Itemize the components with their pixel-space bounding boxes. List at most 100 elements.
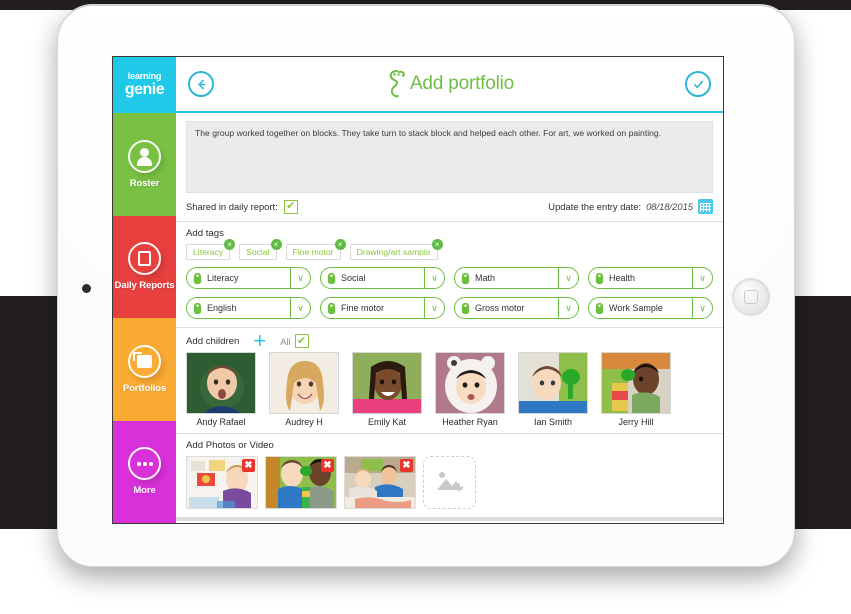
app-header: Add portfolio <box>176 57 723 113</box>
child-item[interactable]: Jerry Hill <box>601 352 671 427</box>
tag-chip[interactable]: Social × <box>239 239 282 260</box>
media-remove-icon[interactable]: ✖ <box>400 459 413 472</box>
sidebar-item-label: More <box>133 485 156 497</box>
selected-tags: Literacy × Social × Fine motor × Drawing… <box>186 239 713 260</box>
tag-dropdown-label: Fine motor <box>341 303 385 313</box>
tag-dropdown-label: English <box>207 303 237 313</box>
genie-logo-icon <box>385 69 407 99</box>
chevron-down-icon[interactable]: ∨ <box>558 268 578 288</box>
check-circle-icon <box>685 71 711 97</box>
arrow-left-icon <box>188 71 214 97</box>
child-item[interactable]: Audrey H <box>269 352 339 427</box>
tag-dropdown-literacy[interactable]: Literacy ∨ <box>186 267 311 289</box>
tag-dropdown-label: Work Sample <box>609 303 663 313</box>
tag-chip[interactable]: Literacy × <box>186 239 236 260</box>
avatar <box>269 352 339 414</box>
tag-remove-icon[interactable]: × <box>431 239 443 250</box>
back-button[interactable] <box>188 71 214 97</box>
sidebar-item-label: Roster <box>129 177 160 189</box>
tag-dropdown-label: Gross motor <box>475 303 525 313</box>
select-all-children[interactable]: All ✔ <box>280 334 309 348</box>
media-remove-icon[interactable]: ✖ <box>321 459 334 472</box>
tag-dropdown-gross-motor[interactable]: Gross motor ∨ <box>454 297 579 319</box>
tag-chip-label: Drawing/art sample <box>356 247 431 257</box>
media-thumbnail[interactable]: ✖ <box>344 456 416 509</box>
sidebar-item-daily-reports[interactable]: Daily Reports <box>113 215 176 318</box>
tag-icon <box>455 302 475 315</box>
sidebar-item-label: Daily Reports <box>114 280 175 292</box>
shared-in-daily-report: Shared in daily report: ✔ <box>186 199 298 214</box>
chevron-down-icon[interactable]: ∨ <box>424 298 444 318</box>
tag-icon <box>187 272 207 285</box>
media-thumbnail[interactable]: ✖ <box>265 456 337 509</box>
children-header: Add children + All ✔ <box>186 330 713 352</box>
tag-dropdown-label: Literacy <box>207 273 239 283</box>
image-placeholder-icon <box>435 468 465 497</box>
date-label: Update the entry date: <box>548 201 642 212</box>
child-item[interactable]: Heather Ryan <box>435 352 505 427</box>
sidebar-item-roster[interactable]: Roster <box>113 113 176 216</box>
tag-dropdown-label: Social <box>341 273 366 283</box>
media-list: ✖ ✖ ✖ <box>186 456 713 517</box>
shared-checkbox[interactable]: ✔ <box>283 199 298 214</box>
folder-icon <box>128 344 161 378</box>
child-item[interactable]: Ian Smith <box>518 352 588 427</box>
chevron-down-icon[interactable]: ∨ <box>290 268 310 288</box>
media-thumbnail[interactable]: ✖ <box>186 456 258 509</box>
tag-dropdown-fine-motor[interactable]: Fine motor ∨ <box>320 297 445 319</box>
tag-remove-icon[interactable]: × <box>224 239 236 250</box>
front-camera-icon <box>82 284 91 293</box>
logo-line-1: learning <box>127 71 162 81</box>
tags-section-label: Add tags <box>186 228 224 239</box>
tag-icon <box>455 272 475 285</box>
tag-chip-label: Social <box>246 247 270 257</box>
child-item[interactable]: Andy Rafael <box>186 352 256 427</box>
home-button[interactable] <box>732 278 770 316</box>
chevron-down-icon[interactable]: ∨ <box>692 268 712 288</box>
media-remove-icon[interactable]: ✖ <box>242 459 255 472</box>
tag-remove-icon[interactable]: × <box>270 239 282 250</box>
tag-dropdown-label: Health <box>609 273 636 283</box>
tag-dropdown-work-sample[interactable]: Work Sample ∨ <box>588 297 713 319</box>
chevron-down-icon[interactable]: ∨ <box>692 298 712 318</box>
tag-chip-label: Literacy <box>193 247 224 257</box>
tag-remove-icon[interactable]: × <box>334 239 346 250</box>
add-media-button[interactable] <box>423 456 476 509</box>
date-value: 08/18/2015 <box>646 201 693 212</box>
screenshot-stage: learning genie Roster Daily Reports Port… <box>0 0 851 614</box>
chevron-down-icon[interactable]: ∨ <box>424 268 444 288</box>
tag-chip-label: Fine motor <box>292 247 334 257</box>
all-checkbox[interactable]: ✔ <box>294 334 309 348</box>
tag-dropdown-label: Math <box>475 273 496 283</box>
app-logo[interactable]: learning genie <box>113 57 176 113</box>
calendar-icon[interactable] <box>698 199 713 214</box>
tags-section: Add tags Literacy × Social × Fine motor <box>176 222 723 327</box>
sidebar-item-more[interactable]: More <box>113 420 176 523</box>
sidebar: learning genie Roster Daily Reports Port… <box>113 57 176 523</box>
chevron-down-icon[interactable]: ∨ <box>558 298 578 318</box>
add-child-icon[interactable]: + <box>253 330 266 352</box>
tag-chip[interactable]: Drawing/art sample × <box>349 239 443 260</box>
media-section-label: Add Photos or Video <box>186 440 274 451</box>
child-name: Emily Kat <box>367 417 406 427</box>
tag-dropdown-social[interactable]: Social ∨ <box>320 267 445 289</box>
tag-icon <box>589 272 609 285</box>
horizontal-scrollbar[interactable] <box>176 517 723 521</box>
entry-meta-row: Shared in daily report: ✔ Update the ent… <box>176 193 723 222</box>
sidebar-item-label: Portfolios <box>122 382 167 394</box>
tag-dropdown-math[interactable]: Math ∨ <box>454 267 579 289</box>
chevron-down-icon[interactable]: ∨ <box>290 298 310 318</box>
confirm-button[interactable] <box>685 71 711 97</box>
sidebar-item-portfolios[interactable]: Portfolios <box>113 318 176 421</box>
app-screen: learning genie Roster Daily Reports Port… <box>113 57 723 523</box>
person-icon <box>128 139 161 173</box>
children-section: Add children + All ✔ Andy Rafael Audrey … <box>176 328 723 433</box>
tag-dropdown-english[interactable]: English ∨ <box>186 297 311 319</box>
tag-chip[interactable]: Fine motor × <box>285 239 346 260</box>
tag-dropdown-health[interactable]: Health ∨ <box>588 267 713 289</box>
entry-date: Update the entry date: 08/18/2015 <box>548 199 713 214</box>
note-textarea[interactable]: The group worked together on blocks. The… <box>186 121 713 193</box>
children-section-label: Add children <box>186 335 240 347</box>
note-section: The group worked together on blocks. The… <box>176 113 723 193</box>
child-item[interactable]: Emily Kat <box>352 352 422 427</box>
